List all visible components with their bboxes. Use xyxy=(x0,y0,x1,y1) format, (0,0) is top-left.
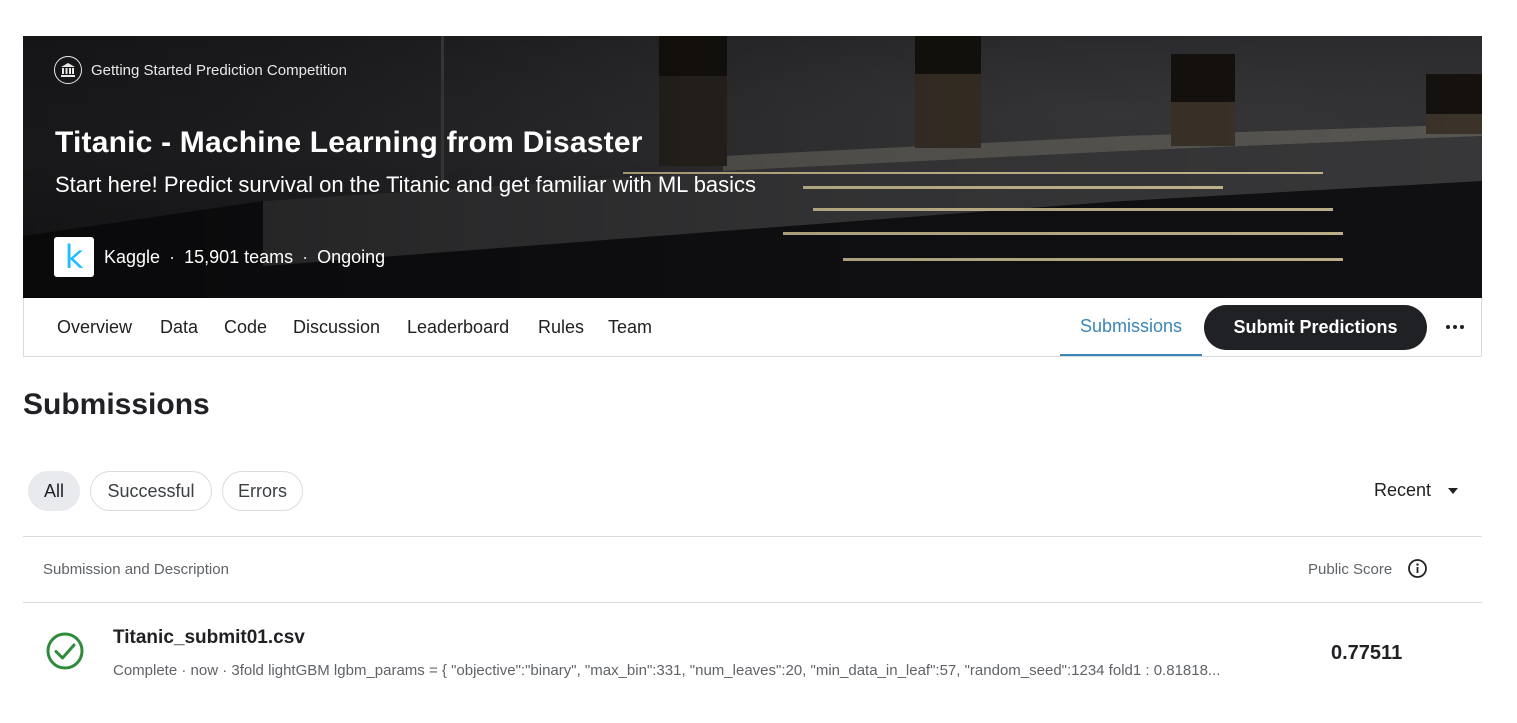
tab-rules[interactable]: Rules xyxy=(538,298,584,356)
tab-submissions[interactable]: Submissions xyxy=(1060,298,1203,356)
divider xyxy=(23,602,1482,603)
host-name[interactable]: Kaggle xyxy=(104,247,160,268)
tab-team[interactable]: Team xyxy=(608,298,652,356)
tab-discussion[interactable]: Discussion xyxy=(293,298,380,356)
team-count: 15,901 teams xyxy=(184,246,294,267)
competition-type-label: Getting Started Prediction Competition xyxy=(91,61,347,79)
info-icon[interactable] xyxy=(1407,558,1428,579)
tab-overview[interactable]: Overview xyxy=(57,298,132,356)
caret-down-icon xyxy=(1448,487,1459,494)
competition-subtitle: Start here! Predict survival on the Tita… xyxy=(55,172,757,197)
page-title: Submissions xyxy=(23,388,210,421)
competition-title: Titanic - Machine Learning from Disaster xyxy=(55,126,643,159)
sort-label: Recent xyxy=(1374,480,1432,500)
more-horizontal-icon[interactable] xyxy=(1442,314,1468,340)
bank-icon xyxy=(54,56,82,84)
submit-predictions-button[interactable]: Submit Predictions xyxy=(1204,305,1427,350)
competition-header: Getting Started Prediction Competition T… xyxy=(23,36,1482,298)
column-header-score: Public Score xyxy=(1308,561,1393,578)
submission-description: Complete · now · 3fold lightGBM lgbm_par… xyxy=(113,662,1221,679)
filter-chip-all[interactable]: All xyxy=(28,471,80,511)
tab-data[interactable]: Data xyxy=(160,298,198,356)
public-score: 0.77511 xyxy=(1331,642,1403,664)
filter-chip-successful[interactable]: Successful xyxy=(90,471,212,511)
competition-status: Ongoing xyxy=(317,246,386,267)
kaggle-logo-icon[interactable]: k xyxy=(54,237,94,277)
divider xyxy=(23,536,1482,537)
separator: · xyxy=(169,246,176,267)
submission-filename[interactable]: Titanic_submit01.csv xyxy=(113,627,305,649)
column-header-submission: Submission and Description xyxy=(43,561,229,578)
tab-code[interactable]: Code xyxy=(224,298,267,356)
competition-tabs: Overview Data Code Discussion Leaderboar… xyxy=(23,298,1482,357)
competition-meta: k Kaggle · 15,901 teams · Ongoing xyxy=(54,237,385,277)
filter-chip-errors[interactable]: Errors xyxy=(222,471,303,511)
sort-dropdown[interactable]: Recent xyxy=(1374,480,1459,501)
tab-leaderboard[interactable]: Leaderboard xyxy=(407,298,509,356)
competition-type: Getting Started Prediction Competition xyxy=(54,56,347,84)
check-circle-icon xyxy=(46,632,84,670)
separator: · xyxy=(302,246,309,267)
